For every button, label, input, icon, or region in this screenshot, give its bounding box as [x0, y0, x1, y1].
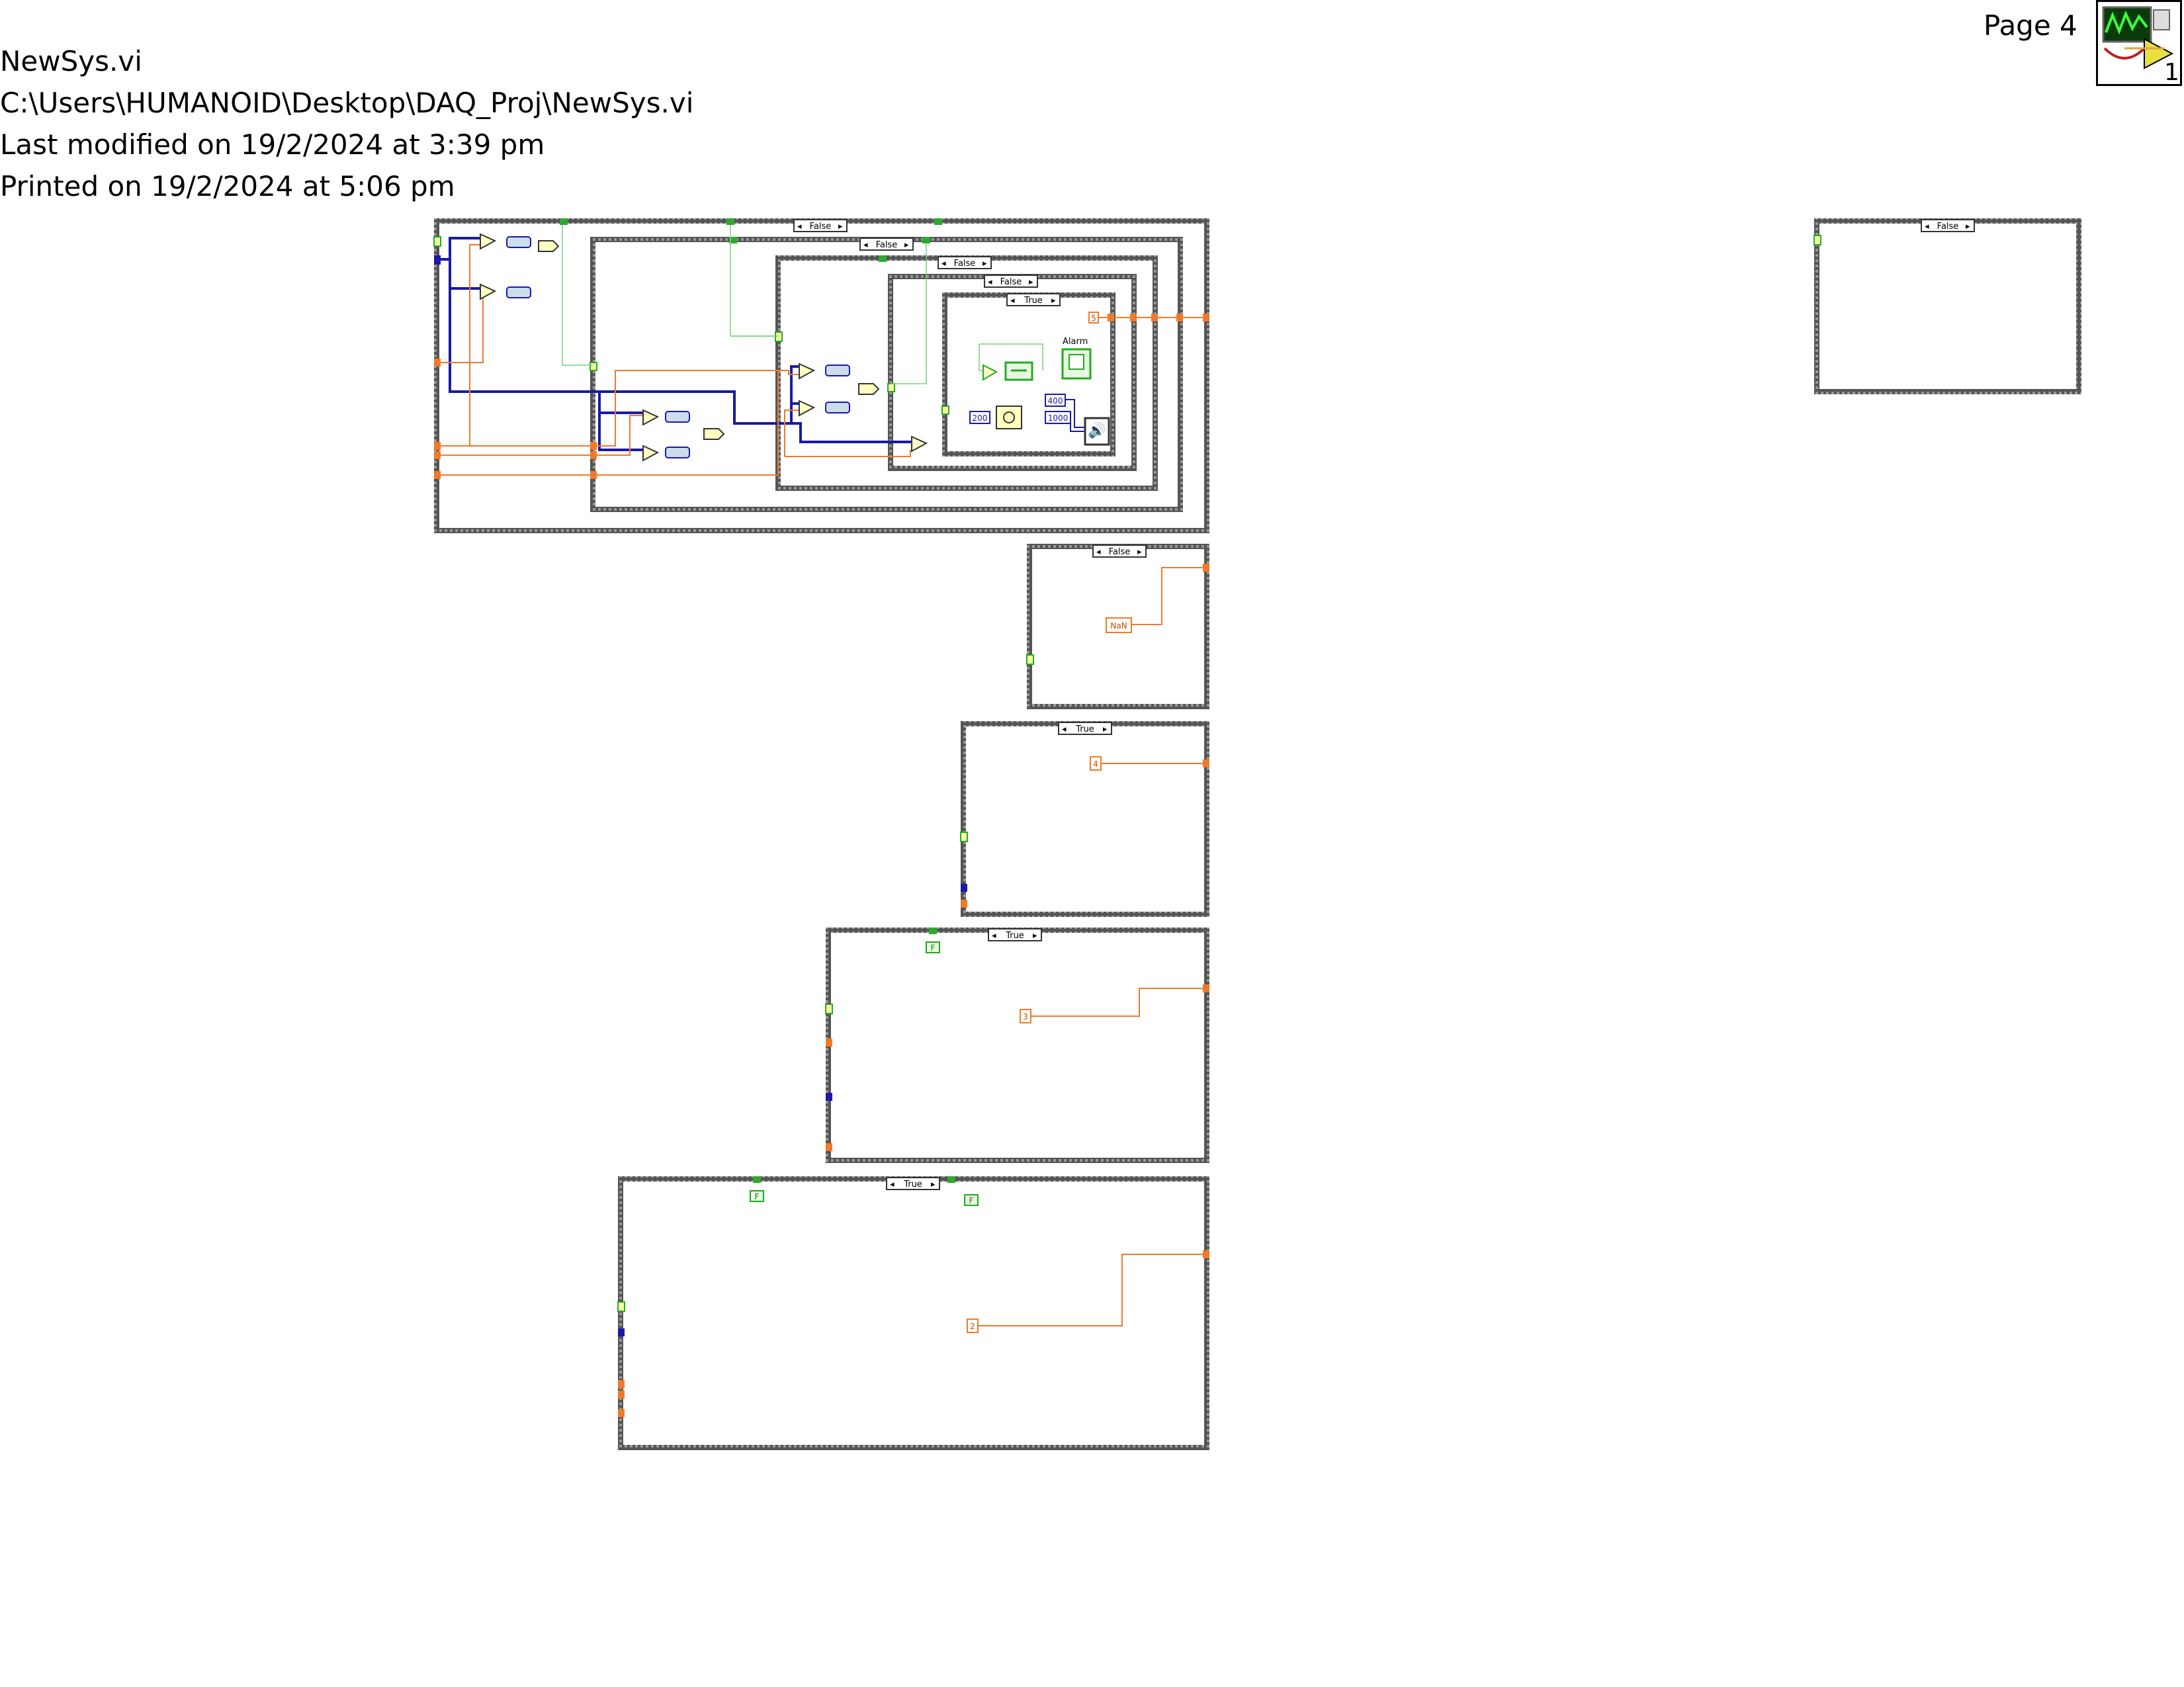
greater-or-equal-node — [480, 233, 497, 250]
case-selector-nan-label: False — [1109, 547, 1131, 557]
greater-or-equal-node — [799, 363, 816, 380]
led-indicator — [665, 411, 690, 423]
selector-right-arrow-icon[interactable]: ▸ — [931, 1180, 936, 1190]
greater-or-equal-node — [911, 435, 928, 453]
less-than-node — [642, 445, 660, 462]
less-than-node — [480, 283, 497, 300]
case-selector-level5-label: True — [1024, 296, 1043, 306]
constant-four-hundred-label: 400 — [1048, 396, 1063, 406]
selector-left-arrow-icon[interactable]: ◂ — [1010, 296, 1015, 306]
not-node — [983, 364, 998, 381]
constant-false-b-label: F — [755, 1192, 760, 1201]
case-selector-level2-label: False — [876, 240, 898, 250]
case-selector-three-label: True — [1005, 931, 1024, 941]
selector-right-arrow-icon[interactable]: ▸ — [1966, 222, 1970, 232]
case-selector-level4-label: False — [1000, 277, 1022, 287]
led-indicator — [825, 365, 850, 376]
selector-right-arrow-icon[interactable]: ▸ — [1103, 724, 1108, 734]
case-selector-two-label: True — [903, 1180, 922, 1190]
led-indicator — [506, 236, 531, 248]
selector-right-arrow-icon[interactable]: ▸ — [1051, 296, 1056, 306]
selector-left-arrow-icon[interactable]: ◂ — [1062, 724, 1067, 734]
selector-left-arrow-icon[interactable]: ◂ — [992, 931, 996, 941]
selector-left-arrow-icon[interactable]: ◂ — [988, 277, 992, 287]
constant-false-a-label: F — [931, 943, 936, 953]
boolean-wires — [562, 225, 1043, 384]
selector-right-arrow-icon[interactable]: ▸ — [1029, 277, 1033, 287]
selector-right-arrow-icon[interactable]: ▸ — [1033, 931, 1037, 941]
compare-nodes — [480, 233, 928, 462]
selector-left-arrow-icon[interactable]: ◂ — [797, 222, 802, 232]
and-node — [858, 383, 880, 395]
and-node — [703, 428, 725, 440]
constant-two-label: 2 — [970, 1322, 975, 1331]
greater-or-equal-node — [642, 409, 660, 426]
selector-left-arrow-icon[interactable]: ◂ — [890, 1180, 895, 1190]
led-indicator — [506, 286, 531, 298]
wait-ms-node — [996, 406, 1022, 429]
alarm-label: Alarm — [1063, 337, 1088, 347]
case-selector-level3-label: False — [954, 259, 976, 269]
block-diagram: False ◂ ▸ False ◂ ▸ False ◂ ▸ False ◂ ▸ … — [433, 218, 2081, 1450]
selector-left-arrow-icon[interactable]: ◂ — [941, 259, 946, 269]
and-node — [538, 240, 560, 252]
case-structure-right: False ◂ ▸ — [1813, 218, 2081, 394]
constant-three-label: 3 — [1023, 1012, 1028, 1021]
case-selector-four-label: True — [1075, 724, 1094, 734]
selector-right-arrow-icon[interactable]: ▸ — [838, 222, 843, 232]
case-selector-right-label: False — [1937, 222, 1959, 232]
selector-left-arrow-icon[interactable]: ◂ — [1925, 222, 1929, 232]
constant-nan-label: NaN — [1110, 621, 1127, 630]
led-indicator — [665, 447, 690, 458]
constant-two-hundred-label: 200 — [973, 413, 988, 423]
case-structure-three: True ◂ ▸ F 3 — [825, 928, 1209, 1163]
led-indicator — [825, 402, 850, 413]
speaker-icon: 🔊 — [1088, 421, 1106, 439]
selector-left-arrow-icon[interactable]: ◂ — [863, 240, 868, 250]
case-selector-main-label: False — [810, 222, 832, 232]
selector-right-arrow-icon[interactable]: ▸ — [983, 259, 987, 269]
case-structure-nan: False ◂ ▸ NaN — [1026, 544, 1209, 709]
constant-false-c-label: F — [969, 1196, 974, 1205]
level5-contents: 5 Alarm 200 400 1000 🔊 — [969, 312, 1110, 446]
selector-right-arrow-icon[interactable]: ▸ — [904, 240, 909, 250]
case-structure-two: True ◂ ▸ F F 2 — [617, 1176, 1209, 1450]
selector-left-arrow-icon[interactable]: ◂ — [1096, 547, 1101, 557]
case-structure-four: True ◂ ▸ 4 — [960, 721, 1209, 917]
constant-five-label: 5 — [1091, 314, 1096, 323]
less-than-node — [799, 400, 816, 417]
constant-one-thousand-label: 1000 — [1048, 413, 1069, 423]
constant-four-label: 4 — [1093, 759, 1098, 769]
selector-right-arrow-icon[interactable]: ▸ — [1137, 547, 1142, 557]
